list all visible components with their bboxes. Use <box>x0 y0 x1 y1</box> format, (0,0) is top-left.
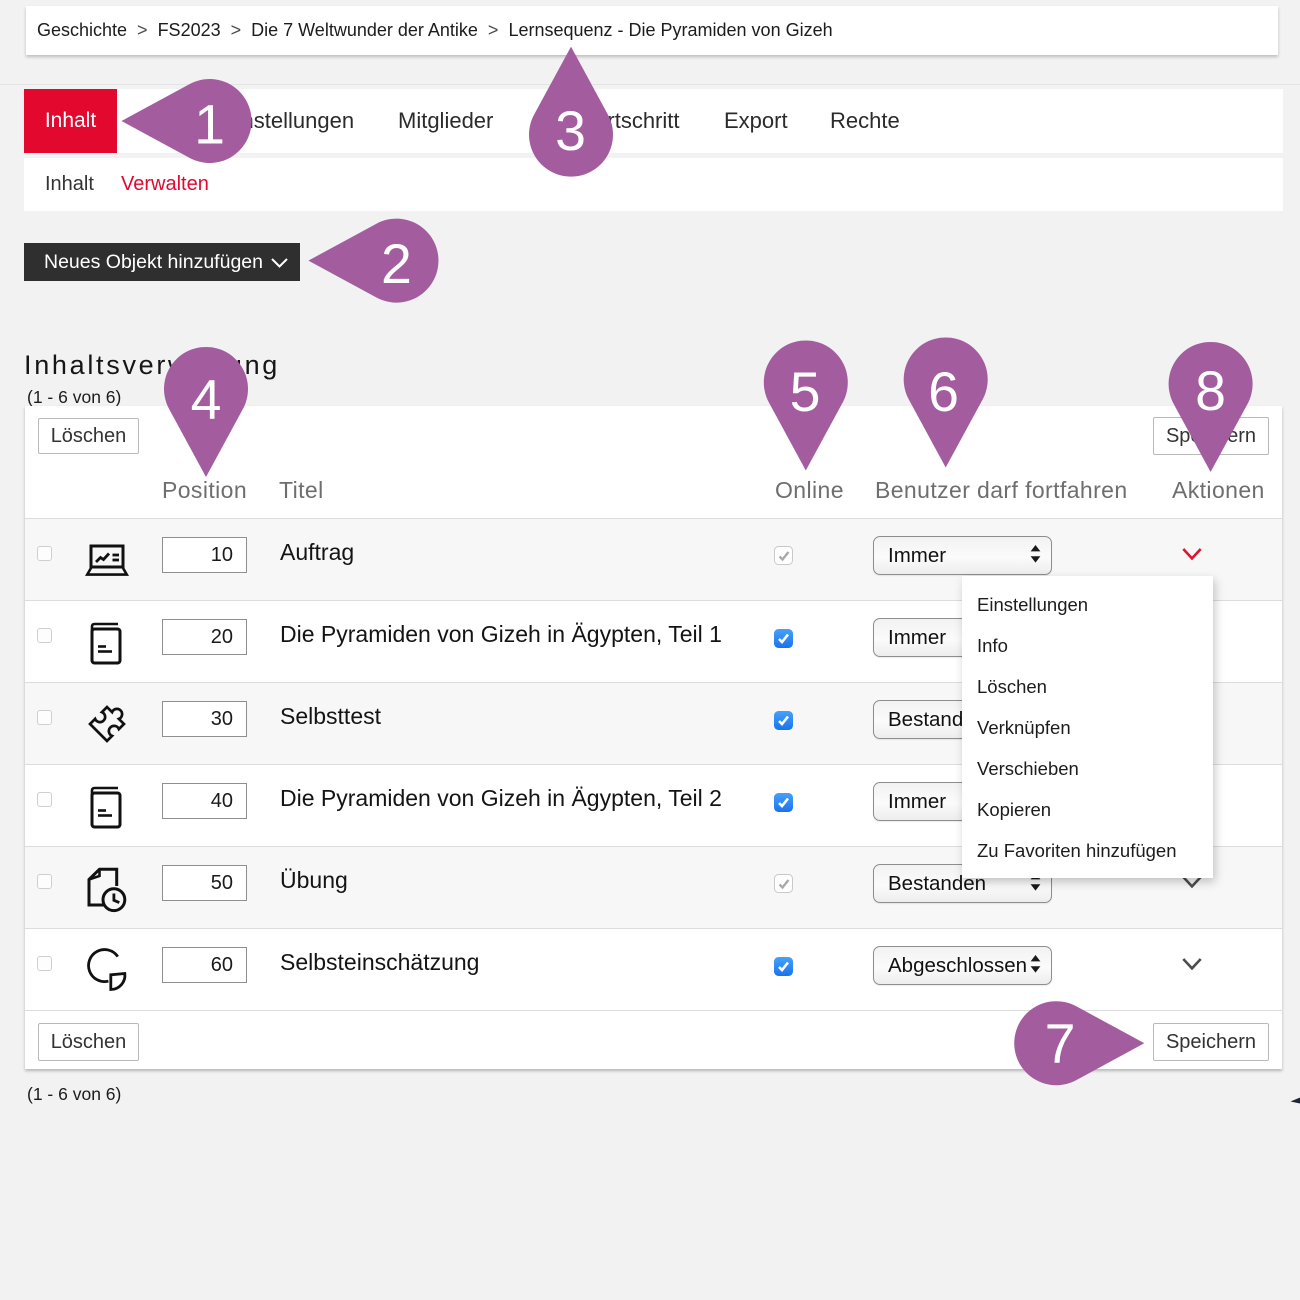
svg-text:2: 2 <box>381 233 412 295</box>
